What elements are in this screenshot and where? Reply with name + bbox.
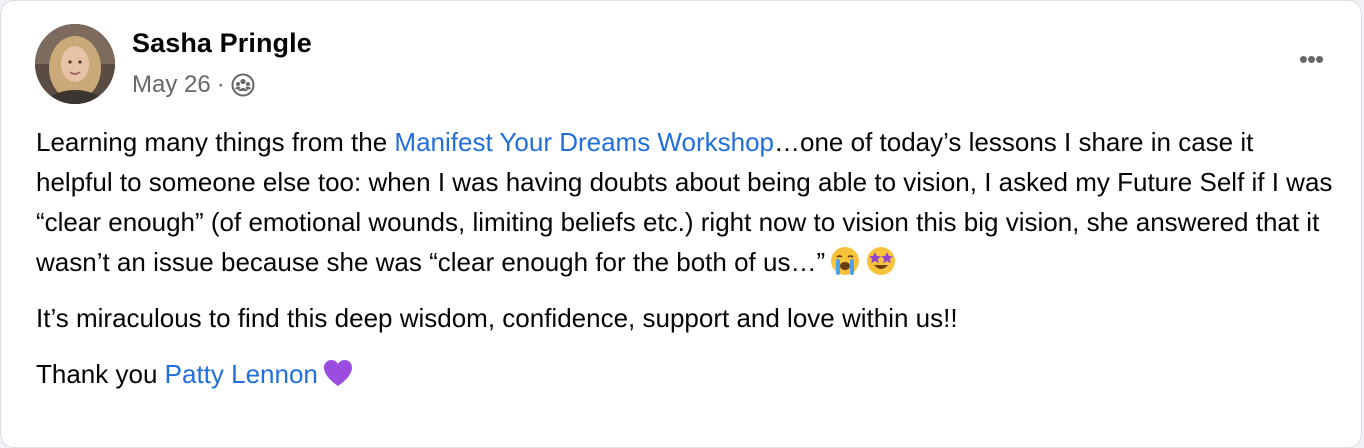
paragraph-3-text: Thank you bbox=[36, 359, 165, 389]
post-body: Learning many things from the Manifest Y… bbox=[36, 122, 1336, 394]
purple-heart-emoji bbox=[323, 360, 352, 386]
post-paragraph-1: Learning many things from the Manifest Y… bbox=[36, 122, 1336, 282]
meta-separator: · bbox=[216, 71, 225, 98]
workshop-link[interactable]: Manifest Your Dreams Workshop bbox=[394, 127, 774, 157]
post-card: Sasha Pringle May 26 · ••• Learning many… bbox=[0, 0, 1362, 448]
paragraph-1-text-start: Learning many things from the bbox=[36, 127, 395, 157]
crying-face-emoji bbox=[831, 247, 860, 275]
post-paragraph-2: It’s miraculous to find this deep wisdom… bbox=[36, 303, 958, 333]
post-paragraph-3: Thank you Patty Lennon bbox=[36, 354, 1336, 394]
author-name[interactable]: Sasha Pringle bbox=[132, 28, 312, 59]
star-struck-emoji bbox=[867, 247, 896, 275]
avatar-photo bbox=[35, 24, 115, 104]
post-meta: May 26 · bbox=[132, 69, 255, 101]
avatar[interactable] bbox=[35, 24, 115, 104]
friends-audience-icon[interactable] bbox=[231, 73, 255, 97]
post-date[interactable]: May 26 bbox=[132, 71, 211, 99]
more-options-icon[interactable]: ••• bbox=[1291, 41, 1331, 77]
mention-link[interactable]: Patty Lennon bbox=[165, 359, 318, 389]
